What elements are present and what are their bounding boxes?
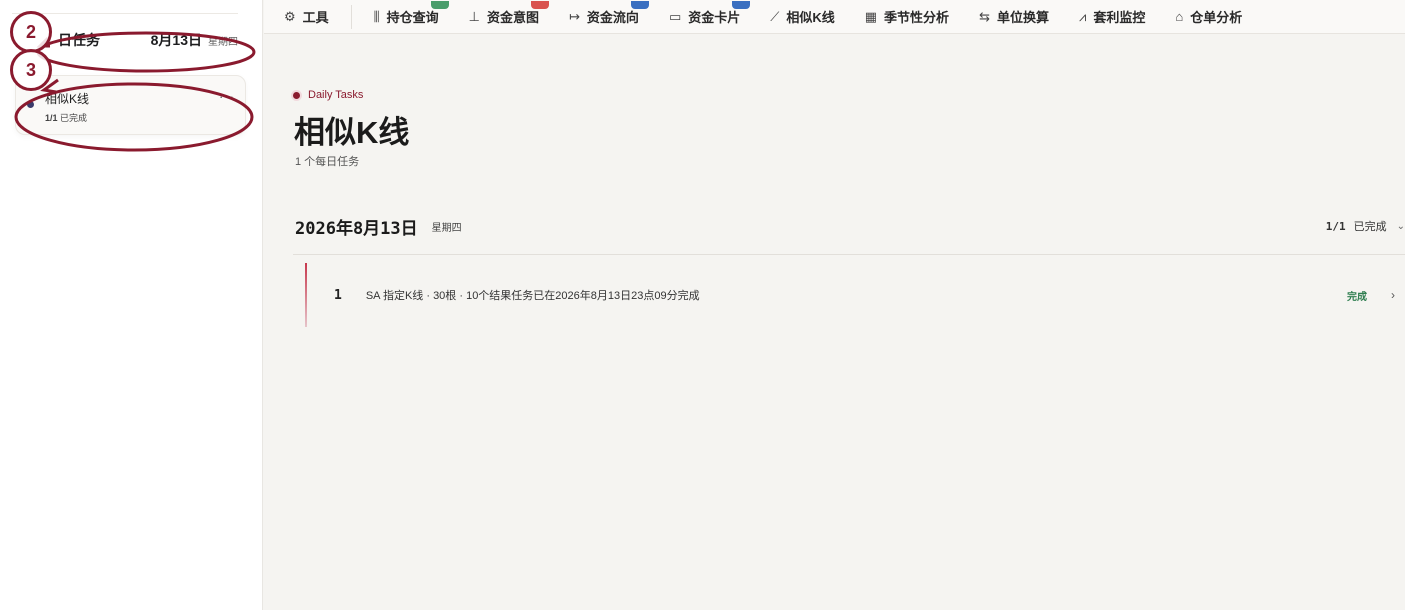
page-subtitle: 1 个每日任务 bbox=[295, 156, 360, 168]
task-card-similar-kline[interactable]: 相似K线 1/1 已完成 ··· bbox=[15, 75, 246, 135]
toolbar-separator bbox=[350, 4, 352, 29]
toolbar-item-seasonal-analysis[interactable]: ▦ 季节性分析 bbox=[865, 7, 949, 26]
section-divider bbox=[293, 254, 1405, 255]
eyebrow-dot-icon bbox=[293, 91, 300, 99]
task-card-progress: 1/1 已完成 bbox=[45, 111, 87, 124]
daily-task-weekday: 星期四 bbox=[208, 36, 238, 48]
bar-chart-icon: ⫼ bbox=[373, 8, 380, 24]
toolbar-flag bbox=[430, 1, 449, 9]
task-row-accent-bar bbox=[305, 263, 307, 327]
toolbar-item-warehouse-analysis[interactable]: ⌂ 仓单分析 bbox=[1175, 7, 1242, 26]
task-row-description: SA 指定K线 · 30根 · 10个结果任务已在2026年8月13日23点09… bbox=[365, 290, 700, 302]
toolbar-tools-label: 工具 bbox=[302, 10, 329, 25]
annotation-badge-2: 2 bbox=[10, 11, 52, 53]
chevron-down-icon[interactable]: ⌄ bbox=[1397, 221, 1405, 232]
chevron-right-icon[interactable]: › bbox=[1391, 288, 1395, 302]
calendar-icon: ▦ bbox=[864, 8, 878, 24]
toolbar-item-fund-card[interactable]: ▭ 资金卡片 bbox=[668, 1, 751, 26]
sidebar: 日任务 8月13日 星期四 相似K线 1/1 已完成 ··· bbox=[0, 0, 263, 610]
annotation-badge-3: 3 bbox=[10, 49, 52, 91]
page-title: 相似K线 bbox=[294, 115, 410, 150]
toolbar-item-label: 套利监控 bbox=[1093, 10, 1146, 25]
main-content: Daily Tasks 相似K线 1 个每日任务 2026年8月13日 星期四 … bbox=[264, 35, 1405, 610]
task-card-name: 相似K线 bbox=[45, 92, 90, 106]
flow-arrow-icon: ↦ bbox=[569, 8, 580, 24]
daily-task-date: 8月13日 bbox=[150, 32, 202, 48]
date-group-summary[interactable]: 1/1 已完成 ⌄ bbox=[1326, 218, 1405, 234]
eyebrow: Daily Tasks bbox=[293, 89, 363, 101]
toolbar-item-label: 持仓查询 bbox=[386, 10, 439, 25]
task-card-progress-count: 1/1 bbox=[45, 113, 58, 123]
toolbar-item-position-query[interactable]: ⫼ 持仓查询 bbox=[373, 1, 449, 26]
column-chart-icon: ⊥ bbox=[468, 8, 480, 24]
toolbar-flag bbox=[531, 1, 550, 9]
task-row[interactable]: 1 SA 指定K线 · 30根 · 10个结果任务已在2026年8月13日23点… bbox=[293, 263, 1405, 327]
more-options-icon[interactable]: ··· bbox=[219, 89, 235, 104]
toolbar-item-label: 仓单分析 bbox=[1190, 10, 1243, 25]
task-row-index: 1 bbox=[334, 287, 342, 303]
toolbar-tools[interactable]: ⚙ 工具 bbox=[284, 7, 329, 26]
top-toolbar: ⚙ 工具 ⫼ 持仓查询 ⊥ 资金意图 ↦ 资金流向 ▭ 资金卡片 ⟋ 相似K线 … bbox=[264, 0, 1405, 34]
toolbar-flag bbox=[630, 1, 649, 9]
swap-icon: ⇆ bbox=[979, 8, 990, 24]
toolbar-item-label: 资金卡片 bbox=[688, 10, 741, 25]
line-chart-icon: ⩘ bbox=[1078, 8, 1087, 24]
task-card-progress-label: 已完成 bbox=[60, 113, 88, 123]
toolbar-flag bbox=[732, 1, 751, 9]
sidebar-divider bbox=[12, 13, 238, 14]
summary-count: 1/1 bbox=[1325, 219, 1346, 233]
toolbar-item-label: 资金意图 bbox=[487, 10, 540, 25]
toolbar-item-unit-conversion[interactable]: ⇆ 单位换算 bbox=[979, 7, 1049, 26]
task-row-status: 完成 bbox=[1347, 291, 1367, 303]
toolbar-item-label: 单位换算 bbox=[996, 10, 1049, 25]
toolbar-item-arbitrage-monitor[interactable]: ⩘ 套利监控 bbox=[1079, 7, 1145, 26]
date-group-header[interactable]: 2026年8月13日 星期四 1/1 已完成 ⌄ bbox=[295, 213, 1405, 239]
card-icon: ▭ bbox=[668, 8, 682, 24]
date-group-weekday: 星期四 bbox=[431, 222, 462, 234]
task-status-dot bbox=[27, 101, 34, 108]
date-group-date: 2026年8月13日 bbox=[295, 218, 418, 239]
toolbar-item-label: 资金流向 bbox=[586, 10, 639, 25]
toolbar-item-similar-kline[interactable]: ⟋ 相似K线 bbox=[770, 7, 835, 26]
toolbar-item-label: 季节性分析 bbox=[884, 10, 950, 25]
gear-icon: ⚙ bbox=[284, 8, 296, 24]
toolbar-item-fund-flow[interactable]: ↦ 资金流向 bbox=[569, 1, 649, 26]
toolbar-item-fund-intent[interactable]: ⊥ 资金意图 bbox=[468, 1, 550, 26]
toolbar-item-label: 相似K线 bbox=[786, 10, 835, 25]
warehouse-icon: ⌂ bbox=[1175, 9, 1184, 24]
daily-task-title: 日任务 bbox=[58, 32, 100, 48]
trend-line-icon: ⟋ bbox=[770, 8, 780, 24]
eyebrow-label: Daily Tasks bbox=[308, 89, 364, 101]
summary-label: 已完成 bbox=[1353, 221, 1387, 233]
